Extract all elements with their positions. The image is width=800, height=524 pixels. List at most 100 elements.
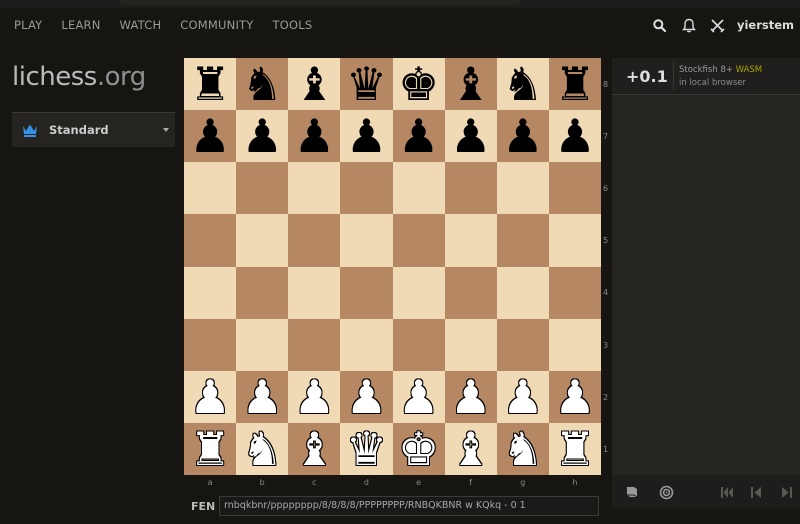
square-a1[interactable]: ♜ bbox=[184, 422, 237, 475]
white-pawn-piece[interactable]: ♟ bbox=[450, 374, 491, 420]
square-a4[interactable] bbox=[184, 266, 237, 319]
square-c3[interactable] bbox=[288, 318, 341, 371]
square-a5[interactable] bbox=[184, 214, 237, 267]
target-icon[interactable] bbox=[656, 482, 676, 502]
square-f4[interactable] bbox=[444, 266, 497, 319]
square-b4[interactable] bbox=[236, 266, 289, 319]
square-a8[interactable]: ♜ bbox=[184, 58, 237, 111]
black-king-piece[interactable]: ♚ bbox=[398, 61, 439, 107]
square-d4[interactable] bbox=[340, 266, 393, 319]
square-c1[interactable]: ♝ bbox=[288, 422, 341, 475]
prev-move-icon[interactable] bbox=[746, 482, 766, 502]
square-b1[interactable]: ♞ bbox=[236, 422, 289, 475]
square-b6[interactable] bbox=[236, 162, 289, 215]
fen-input[interactable]: rnbqkbnr/pppppppp/8/8/8/8/PPPPPPPP/RNBQK… bbox=[219, 496, 599, 516]
square-e4[interactable] bbox=[392, 266, 445, 319]
white-bishop-piece[interactable]: ♝ bbox=[294, 426, 335, 472]
white-knight-piece[interactable]: ♞ bbox=[502, 426, 543, 472]
username-link[interactable]: yierstem bbox=[737, 18, 794, 32]
square-e8[interactable]: ♚ bbox=[392, 58, 445, 111]
nav-learn[interactable]: LEARN bbox=[61, 18, 100, 32]
black-pawn-piece[interactable]: ♟ bbox=[294, 113, 335, 159]
square-h3[interactable] bbox=[548, 318, 601, 371]
square-h5[interactable] bbox=[548, 214, 601, 267]
chess-board[interactable]: ♜ ♞ ♝ ♛ ♚ ♝ ♞ ♜ ♟ ♟ ♟ ♟ ♟ ♟ ♟ ♟ ♟ ♟ ♟ ♟ ♟ ♟ ♟ ♟ ♜ ♞ ♝ ♛ ♚ ♝ ♞ ♜ bbox=[184, 58, 601, 475]
square-a3[interactable] bbox=[184, 318, 237, 371]
white-pawn-piece[interactable]: ♟ bbox=[189, 374, 230, 420]
white-pawn-piece[interactable]: ♟ bbox=[294, 374, 335, 420]
square-e1[interactable]: ♚ bbox=[392, 422, 445, 475]
black-pawn-piece[interactable]: ♟ bbox=[450, 113, 491, 159]
square-h7[interactable]: ♟ bbox=[548, 110, 601, 163]
white-king-piece[interactable]: ♚ bbox=[398, 426, 439, 472]
square-c5[interactable] bbox=[288, 214, 341, 267]
black-knight-piece[interactable]: ♞ bbox=[242, 61, 283, 107]
square-c6[interactable] bbox=[288, 162, 341, 215]
black-pawn-piece[interactable]: ♟ bbox=[554, 113, 595, 159]
square-c8[interactable]: ♝ bbox=[288, 58, 341, 111]
square-c7[interactable]: ♟ bbox=[288, 110, 341, 163]
square-b3[interactable] bbox=[236, 318, 289, 371]
white-pawn-piece[interactable]: ♟ bbox=[502, 374, 543, 420]
next-move-icon[interactable] bbox=[776, 482, 796, 502]
black-bishop-piece[interactable]: ♝ bbox=[294, 61, 335, 107]
square-d6[interactable] bbox=[340, 162, 393, 215]
square-d3[interactable] bbox=[340, 318, 393, 371]
black-pawn-piece[interactable]: ♟ bbox=[398, 113, 439, 159]
white-rook-piece[interactable]: ♜ bbox=[189, 426, 230, 472]
square-h1[interactable]: ♜ bbox=[548, 422, 601, 475]
black-pawn-piece[interactable]: ♟ bbox=[502, 113, 543, 159]
white-pawn-piece[interactable]: ♟ bbox=[554, 374, 595, 420]
square-e5[interactable] bbox=[392, 214, 445, 267]
square-d7[interactable]: ♟ bbox=[340, 110, 393, 163]
square-h2[interactable]: ♟ bbox=[548, 370, 601, 423]
square-g1[interactable]: ♞ bbox=[496, 422, 549, 475]
bell-icon[interactable] bbox=[680, 16, 698, 34]
black-knight-piece[interactable]: ♞ bbox=[502, 61, 543, 107]
square-e3[interactable] bbox=[392, 318, 445, 371]
square-f5[interactable] bbox=[444, 214, 497, 267]
square-c4[interactable] bbox=[288, 266, 341, 319]
black-pawn-piece[interactable]: ♟ bbox=[242, 113, 283, 159]
nav-watch[interactable]: WATCH bbox=[120, 18, 162, 32]
square-g4[interactable] bbox=[496, 266, 549, 319]
white-pawn-piece[interactable]: ♟ bbox=[398, 374, 439, 420]
nav-play[interactable]: PLAY bbox=[14, 18, 42, 32]
black-rook-piece[interactable]: ♜ bbox=[554, 61, 595, 107]
square-b2[interactable]: ♟ bbox=[236, 370, 289, 423]
square-f2[interactable]: ♟ bbox=[444, 370, 497, 423]
black-queen-piece[interactable]: ♛ bbox=[346, 61, 387, 107]
square-h8[interactable]: ♜ bbox=[548, 58, 601, 111]
white-pawn-piece[interactable]: ♟ bbox=[346, 374, 387, 420]
square-f6[interactable] bbox=[444, 162, 497, 215]
square-a2[interactable]: ♟ bbox=[184, 370, 237, 423]
square-e7[interactable]: ♟ bbox=[392, 110, 445, 163]
square-d2[interactable]: ♟ bbox=[340, 370, 393, 423]
search-icon[interactable] bbox=[651, 16, 669, 34]
square-d8[interactable]: ♛ bbox=[340, 58, 393, 111]
black-bishop-piece[interactable]: ♝ bbox=[450, 61, 491, 107]
square-d1[interactable]: ♛ bbox=[340, 422, 393, 475]
black-pawn-piece[interactable]: ♟ bbox=[189, 113, 230, 159]
square-g2[interactable]: ♟ bbox=[496, 370, 549, 423]
square-b8[interactable]: ♞ bbox=[236, 58, 289, 111]
square-e2[interactable]: ♟ bbox=[392, 370, 445, 423]
square-g3[interactable] bbox=[496, 318, 549, 371]
black-pawn-piece[interactable]: ♟ bbox=[346, 113, 387, 159]
square-a7[interactable]: ♟ bbox=[184, 110, 237, 163]
square-h6[interactable] bbox=[548, 162, 601, 215]
square-g8[interactable]: ♞ bbox=[496, 58, 549, 111]
white-pawn-piece[interactable]: ♟ bbox=[242, 374, 283, 420]
square-g5[interactable] bbox=[496, 214, 549, 267]
first-move-icon[interactable] bbox=[717, 482, 737, 502]
square-f7[interactable]: ♟ bbox=[444, 110, 497, 163]
black-rook-piece[interactable]: ♜ bbox=[189, 61, 230, 107]
crossed-swords-icon[interactable] bbox=[709, 16, 727, 34]
square-f1[interactable]: ♝ bbox=[444, 422, 497, 475]
white-queen-piece[interactable]: ♛ bbox=[346, 426, 387, 472]
square-d5[interactable] bbox=[340, 214, 393, 267]
square-a6[interactable] bbox=[184, 162, 237, 215]
square-h4[interactable] bbox=[548, 266, 601, 319]
square-c2[interactable]: ♟ bbox=[288, 370, 341, 423]
nav-community[interactable]: COMMUNITY bbox=[180, 18, 253, 32]
